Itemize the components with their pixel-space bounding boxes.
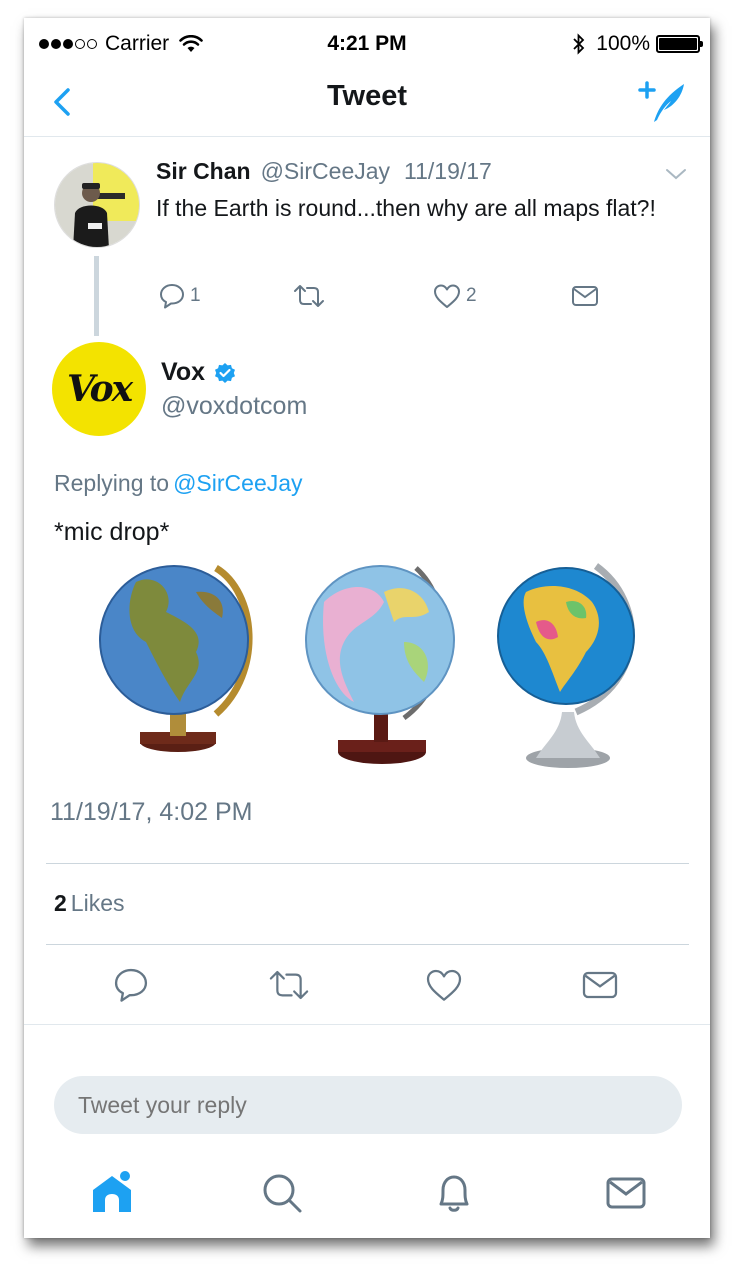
status-right: 100% — [572, 32, 703, 56]
heart-icon — [434, 284, 460, 308]
retweet-icon[interactable] — [267, 966, 311, 1004]
globe-image-3[interactable] — [496, 562, 656, 772]
mail-icon — [572, 286, 598, 306]
author-name[interactable]: Vox — [161, 358, 237, 387]
tweet-text: *mic drop* — [54, 518, 170, 546]
author-handle: @voxdotcom — [161, 392, 308, 420]
replying-to: Replying to @SirCeeJay — [54, 470, 303, 497]
globe-image-1[interactable] — [96, 562, 266, 762]
globe-image-2[interactable] — [304, 562, 464, 772]
mail-icon[interactable] — [580, 966, 620, 1004]
author-handle: @SirCeeJay — [260, 158, 391, 184]
nav-bar: Tweet — [24, 70, 710, 137]
tweet-text: If the Earth is round...then why are all… — [156, 195, 656, 221]
avatar-photo — [55, 163, 139, 247]
battery-icon — [656, 35, 703, 53]
phone-screen: Carrier 4:21 PM 100% Tweet Sir Chan @Sir… — [24, 18, 710, 1238]
reply-button[interactable]: 1 — [158, 282, 201, 310]
tweet-timestamp: 11/19/17, 4:02 PM — [50, 798, 253, 826]
status-bar: Carrier 4:21 PM 100% — [24, 18, 710, 70]
bluetooth-icon — [573, 33, 585, 55]
page-title: Tweet — [326, 80, 408, 112]
reply-icon — [160, 284, 184, 309]
message-button[interactable] — [570, 282, 600, 310]
vox-logo: Vox — [66, 368, 133, 410]
avatar[interactable] — [54, 162, 140, 248]
author-name-text: Vox — [161, 358, 205, 386]
verified-badge-icon — [215, 362, 235, 383]
tweet-action-bar — [24, 962, 710, 1012]
chevron-down-icon[interactable] — [664, 166, 688, 182]
home-icon[interactable] — [87, 1168, 137, 1218]
vox-avatar[interactable]: Vox — [52, 342, 146, 436]
reply-icon[interactable] — [112, 966, 150, 1004]
divider — [46, 944, 689, 945]
thread-line — [94, 256, 99, 336]
mention-link[interactable]: @SirCeeJay — [173, 470, 302, 496]
messages-icon[interactable] — [601, 1168, 651, 1218]
compose-tweet-icon[interactable] — [636, 78, 688, 124]
like-count: 2 — [466, 285, 477, 306]
tab-bar — [24, 1158, 710, 1238]
divider — [46, 863, 689, 864]
battery-percent: 100% — [596, 32, 650, 55]
tweet-header: Sir Chan @SirCeeJay 11/19/17 — [156, 158, 492, 185]
reply-input[interactable] — [54, 1076, 682, 1134]
tweet-date: 11/19/17 — [404, 158, 492, 184]
like-button[interactable]: 2 — [432, 282, 477, 310]
likes-summary[interactable]: 2 Likes — [54, 890, 125, 917]
retweet-button[interactable] — [292, 282, 326, 310]
divider — [24, 1024, 710, 1025]
likes-count: 2 — [54, 890, 67, 916]
author-name[interactable]: Sir Chan — [156, 158, 251, 184]
retweet-icon — [294, 285, 324, 307]
replying-label: Replying to — [54, 470, 170, 496]
notifications-icon[interactable] — [429, 1168, 479, 1218]
heart-icon[interactable] — [424, 966, 464, 1004]
reply-count: 1 — [190, 285, 201, 306]
likes-label: Likes — [70, 890, 125, 916]
tweet-actions: 1 2 — [156, 282, 636, 316]
search-icon[interactable] — [257, 1168, 307, 1218]
